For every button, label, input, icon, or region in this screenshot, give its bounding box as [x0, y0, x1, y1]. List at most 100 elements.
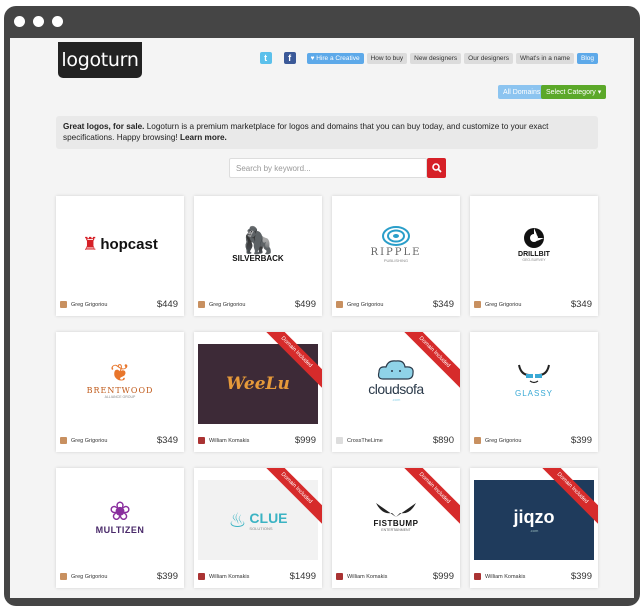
avatar [336, 437, 343, 444]
top-nav: t f ♥ Hire a Creative How to buy New des… [259, 52, 598, 64]
logo-card[interactable]: Domain Included cloudsofa .com CrossTheL… [332, 332, 460, 452]
horns-glasses-icon [518, 364, 550, 383]
logo-art: ❀ MULTIZEN [56, 468, 184, 564]
site-logo[interactable]: logoturn [58, 42, 142, 78]
designer-name[interactable]: William Komakis [209, 574, 290, 580]
avatar [198, 437, 205, 444]
logo-subtitle: ENTERTAINMENT [381, 527, 411, 532]
logo-subtitle: SOLUTIONS [249, 525, 273, 531]
logo-subtitle: ALLIANCE GROUP [104, 394, 136, 399]
facebook-icon[interactable]: f [283, 52, 296, 64]
lotus-icon: ❀ [109, 496, 131, 526]
all-domains-button[interactable]: All Domains [498, 85, 546, 99]
avatar [336, 301, 343, 308]
designer-name[interactable]: Greg Grigoriou [71, 574, 157, 580]
window-dot [52, 16, 63, 27]
logo-subtitle: .com [529, 528, 539, 533]
logo-subtitle: PUBLISHING [383, 258, 409, 263]
logo-card[interactable]: DRILLBIT GEO-SURVEY Greg Grigoriou $349 [470, 196, 598, 316]
designer-name[interactable]: Greg Grigoriou [71, 302, 157, 308]
ripple-icon [382, 226, 410, 246]
footprint-icon: ♨ [228, 509, 247, 532]
logo-subtitle: GEO-SURVEY [522, 257, 546, 262]
price: $349 [432, 299, 454, 310]
logo-card[interactable]: RIPPLE PUBLISHING Greg Grigoriou $349 [332, 196, 460, 316]
logo-subtitle: .com [391, 396, 401, 402]
avatar [474, 437, 481, 444]
price: $349 [570, 299, 592, 310]
intro-lead: Great logos, for sale. [63, 122, 145, 131]
browser-window: logoturn t f ♥ Hire a Creative How to bu… [4, 6, 640, 606]
logo-title: SILVERBACK [232, 253, 284, 263]
avatar [474, 573, 481, 580]
logo-card[interactable]: Domain Included jiqzo .com William Komak… [470, 468, 598, 588]
twitter-icon[interactable]: t [259, 52, 272, 64]
nav-new-designers[interactable]: New designers [410, 52, 462, 64]
logo-art: ♜ hopcast [82, 233, 158, 254]
select-category-dropdown[interactable]: Select Category ▾ [541, 85, 607, 99]
logo-title: jiqzo [513, 507, 555, 527]
designer-name[interactable]: William Komakis [209, 438, 295, 444]
logo-card[interactable]: Domain Included WeeLu William Komakis $99… [194, 332, 322, 452]
designer-name[interactable]: Greg Grigoriou [347, 302, 433, 308]
hire-creative-button[interactable]: ♥ Hire a Creative [306, 52, 364, 64]
learn-more-link[interactable]: Learn more. [180, 133, 227, 142]
designer-name[interactable]: Greg Grigoriou [485, 438, 571, 444]
nav-blog[interactable]: Blog [576, 52, 598, 64]
logo-card[interactable]: Domain Included ♨ CLUE SOLUTIONS William … [194, 468, 322, 588]
avatar [60, 437, 67, 444]
logo-art: RIPPLE PUBLISHING [332, 196, 460, 292]
logo-title: GLASSY [514, 388, 553, 398]
logo-title: cloudsofa [368, 380, 424, 397]
tree-icon: ❦ [109, 359, 131, 387]
avatar [60, 573, 67, 580]
avatar [198, 301, 205, 308]
avatar [336, 573, 343, 580]
price: $399 [156, 571, 178, 582]
logo-card[interactable]: Domain Included FISTBUMP ENTERTAINMENT W… [332, 468, 460, 588]
price: $1499 [289, 571, 316, 582]
logo-card[interactable]: GLASSY Greg Grigoriou $399 [470, 332, 598, 452]
logo-title: BRENTWOOD [86, 385, 154, 395]
price: $890 [432, 435, 454, 446]
logo-title: hopcast [100, 235, 158, 253]
designer-name[interactable]: CrossTheLime [347, 438, 433, 444]
logo-art: FISTBUMP ENTERTAINMENT [332, 468, 460, 564]
wings-icon [376, 502, 416, 517]
intro-banner: Great logos, for sale. Logoturn is a pre… [56, 116, 598, 149]
search-button[interactable] [427, 158, 446, 178]
nav-our-designers[interactable]: Our designers [464, 52, 513, 64]
logo-card[interactable]: 🦍 SILVERBACK Greg Grigoriou $499 [194, 196, 322, 316]
logo-title: FISTBUMP [373, 518, 419, 528]
nav-how-to-buy[interactable]: How to buy [366, 52, 408, 64]
designer-name[interactable]: Greg Grigoriou [209, 302, 295, 308]
cloud-icon [377, 359, 414, 380]
price: $499 [294, 299, 316, 310]
window-dot [33, 16, 44, 27]
search-input[interactable]: Search by keyword... [229, 158, 427, 178]
logo-art: 🦍 SILVERBACK [232, 224, 284, 263]
designer-name[interactable]: William Komakis [347, 574, 433, 580]
nav-whats-in-a-name[interactable]: What's in a name [515, 52, 574, 64]
drill-icon [524, 227, 544, 248]
search-icon [431, 163, 442, 173]
logo-card[interactable]: ♜ hopcast Greg Grigoriou $449 [56, 196, 184, 316]
logo-title: WeeLu [226, 374, 290, 394]
designer-name[interactable]: Greg Grigoriou [485, 302, 571, 308]
window-dot [14, 16, 25, 27]
logo-art: cloudsofa .com [332, 332, 460, 428]
designer-name[interactable]: Greg Grigoriou [71, 438, 157, 444]
price: $399 [570, 571, 592, 582]
avatar [60, 301, 67, 308]
price: $999 [294, 435, 316, 446]
logo-card[interactable]: ❀ MULTIZEN Greg Grigoriou $399 [56, 468, 184, 588]
page: logoturn t f ♥ Hire a Creative How to bu… [10, 38, 634, 598]
logo-title: RIPPLE [370, 247, 422, 258]
hire-label: Hire a Creative [316, 54, 360, 62]
designer-name[interactable]: William Komakis [485, 574, 571, 580]
logo-card[interactable]: ❦ BRENTWOOD ALLIANCE GROUP Greg Grigorio… [56, 332, 184, 452]
avatar [198, 573, 205, 580]
logo-title: CLUE [249, 509, 288, 526]
logo-art: ❦ BRENTWOOD ALLIANCE GROUP [56, 332, 184, 428]
price: $999 [432, 571, 454, 582]
